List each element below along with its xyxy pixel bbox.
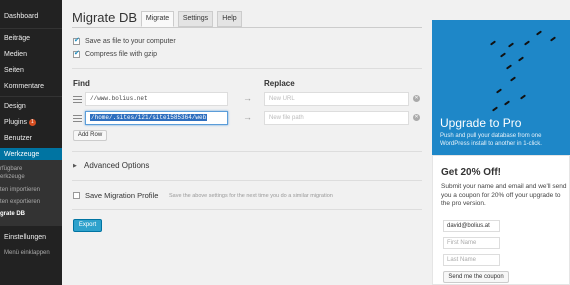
expand-triangle-icon[interactable]: ▶ [73, 163, 77, 169]
submenu-item-export[interactable]: ten exportieren [0, 198, 62, 206]
bird-icon [507, 42, 515, 48]
remove-row-icon[interactable]: ✕ [413, 95, 420, 102]
compress-gzip-checkbox[interactable] [73, 49, 80, 58]
replace-input[interactable]: New URL [264, 92, 409, 106]
selected-text: /home/.sites/121/site1585364/web [90, 114, 208, 121]
coupon-text: Submit your name and email and we'll sen… [441, 183, 567, 207]
arrow-right-icon: → [243, 93, 252, 103]
bird-icon [509, 76, 517, 82]
bird-icon [519, 94, 527, 100]
bird-icon [491, 106, 499, 112]
sidebar-separator [0, 96, 62, 97]
remove-row-icon[interactable]: ✕ [413, 114, 420, 121]
tab-settings[interactable]: Settings [178, 11, 213, 27]
find-heading: Find [73, 79, 90, 88]
bird-icon [503, 100, 511, 106]
tab-help[interactable]: Help [217, 11, 242, 27]
arrow-right-icon: → [243, 112, 252, 122]
sidebar-separator [0, 28, 62, 29]
bird-icon [535, 30, 543, 36]
promo-title: Upgrade to Pro [440, 116, 522, 130]
sidebar-item-posts[interactable]: Beiträge [0, 33, 62, 44]
upgrade-promo-banner[interactable]: Upgrade to Pro Push and pull your databa… [432, 20, 570, 155]
coupon-title: Get 20% Off! [441, 167, 502, 178]
section-divider [72, 68, 422, 69]
replace-heading: Replace [264, 79, 295, 88]
submenu-item-migrate-db[interactable]: grate DB [0, 210, 62, 218]
bird-icon [549, 36, 557, 42]
sidebar-item-media[interactable]: Medien [0, 49, 62, 60]
sidebar-item-label: Plugins [4, 119, 27, 126]
find-input[interactable]: /home/.sites/121/site1585364/web [85, 111, 228, 125]
promo-text: Push and pull your database from one Wor… [440, 133, 542, 147]
advanced-options-toggle[interactable]: Advanced Options [84, 161, 149, 170]
save-as-file-checkbox[interactable] [73, 36, 80, 45]
bird-icon [495, 88, 503, 94]
save-profile-label: Save Migration Profile [85, 191, 159, 200]
collapse-menu-button[interactable]: Menü einklappen [0, 248, 62, 259]
admin-sidebar: Dashboard Beiträge Medien Seiten Komment… [0, 0, 62, 285]
sidebar-item-dashboard[interactable]: Dashboard [0, 11, 62, 22]
drag-handle-icon[interactable] [73, 115, 82, 122]
bird-icon [505, 64, 513, 70]
sidebar-item-plugins[interactable]: Plugins 1 [0, 117, 62, 128]
bird-icon [489, 40, 497, 46]
send-coupon-button[interactable]: Send me the coupon [443, 271, 509, 283]
section-divider [72, 209, 422, 210]
bird-icon [517, 56, 525, 62]
export-button[interactable]: Export [73, 219, 102, 232]
section-divider [72, 151, 422, 152]
bird-icon [523, 40, 531, 46]
update-count-badge: 1 [28, 119, 36, 126]
replace-input[interactable]: New file path [264, 111, 409, 125]
sidebar-item-comments[interactable]: Kommentare [0, 81, 62, 92]
sidebar-item-users[interactable]: Benutzer [0, 133, 62, 144]
coupon-first-name-field[interactable]: First Name [443, 237, 500, 249]
submenu-item-available-tools-cont[interactable]: erkzeuge [0, 173, 62, 181]
bird-icon [499, 52, 507, 58]
compress-gzip-label: Compress file with gzip [85, 51, 157, 58]
section-divider [72, 180, 422, 181]
drag-handle-icon[interactable] [73, 96, 82, 103]
save-profile-hint: Save the above settings for the next tim… [169, 193, 333, 199]
sidebar-submenu: rfügbare erkzeuge ten importieren ten ex… [0, 160, 62, 226]
tab-migrate[interactable]: Migrate [141, 11, 174, 27]
sidebar-item-design[interactable]: Design [0, 101, 62, 112]
submenu-item-available-tools[interactable]: rfügbare [0, 165, 62, 173]
coupon-panel: Get 20% Off! Submit your name and email … [432, 155, 570, 285]
save-as-file-label: Save as file to your computer [85, 38, 176, 45]
coupon-email-field[interactable]: david@bolius.at [443, 220, 500, 232]
sidebar-item-settings[interactable]: Einstellungen [0, 232, 62, 243]
submenu-item-import[interactable]: ten importieren [0, 186, 62, 194]
tab-divider [72, 27, 422, 28]
page-title: Migrate DB [72, 10, 138, 25]
coupon-last-name-field[interactable]: Last Name [443, 254, 500, 266]
sidebar-item-pages[interactable]: Seiten [0, 65, 62, 76]
save-profile-checkbox[interactable] [73, 192, 80, 199]
add-row-button[interactable]: Add Row [73, 130, 107, 141]
find-input[interactable]: //www.bolius.net [85, 92, 228, 106]
